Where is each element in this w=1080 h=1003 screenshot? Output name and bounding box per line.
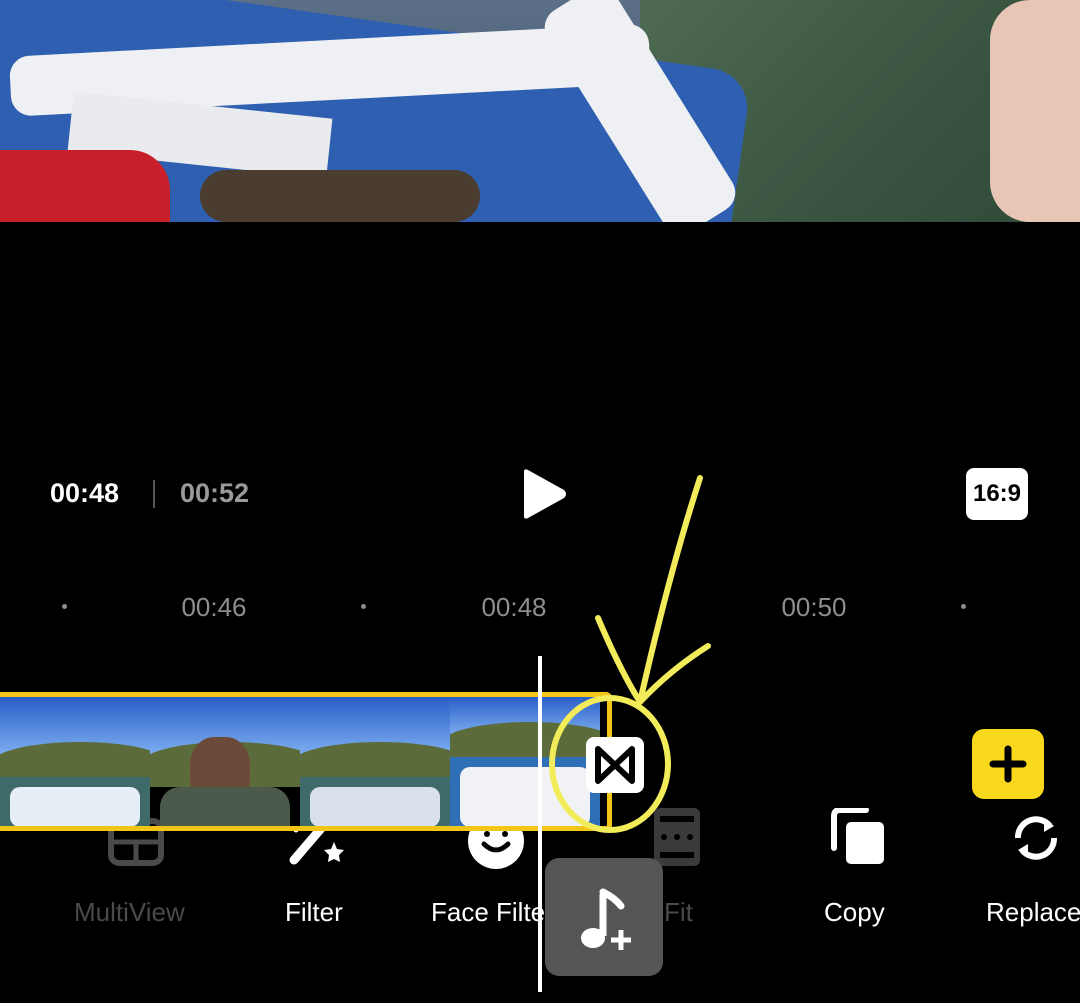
multiview-label[interactable]: MultiView (74, 897, 185, 928)
annotation-arrow-circle (549, 475, 711, 833)
time-separator (153, 480, 155, 508)
ruler-tick: 00:50 (781, 592, 847, 622)
fit-label[interactable]: Fit (664, 897, 693, 928)
preview-red-object (0, 150, 170, 222)
clip-thumbnail (300, 697, 450, 826)
clip-thumbnail (0, 697, 150, 826)
filter-label[interactable]: Filter (285, 897, 343, 928)
copy-icon[interactable] (830, 808, 886, 866)
video-clip-strip[interactable] (0, 692, 612, 831)
preview-hand (990, 0, 1080, 222)
add-music-button[interactable] (545, 858, 663, 976)
copy-label[interactable]: Copy (824, 897, 885, 928)
ruler-dot (961, 604, 966, 609)
ruler-dot (361, 604, 366, 609)
preview-rope (200, 170, 480, 222)
replace-icon[interactable] (1008, 810, 1064, 866)
current-time: 00:48 (50, 478, 120, 508)
add-clip-button[interactable] (972, 729, 1044, 799)
face-filter-label[interactable]: Face Filter (431, 897, 554, 928)
total-time: 00:52 (180, 478, 250, 508)
video-preview[interactable] (0, 0, 1080, 222)
aspect-ratio-button[interactable]: 16:9 (966, 468, 1028, 520)
ruler-dot (62, 604, 67, 609)
ruler-tick: 00:46 (181, 592, 247, 622)
clip-thumbnail (150, 697, 300, 826)
replace-label[interactable]: Replace (986, 897, 1080, 928)
